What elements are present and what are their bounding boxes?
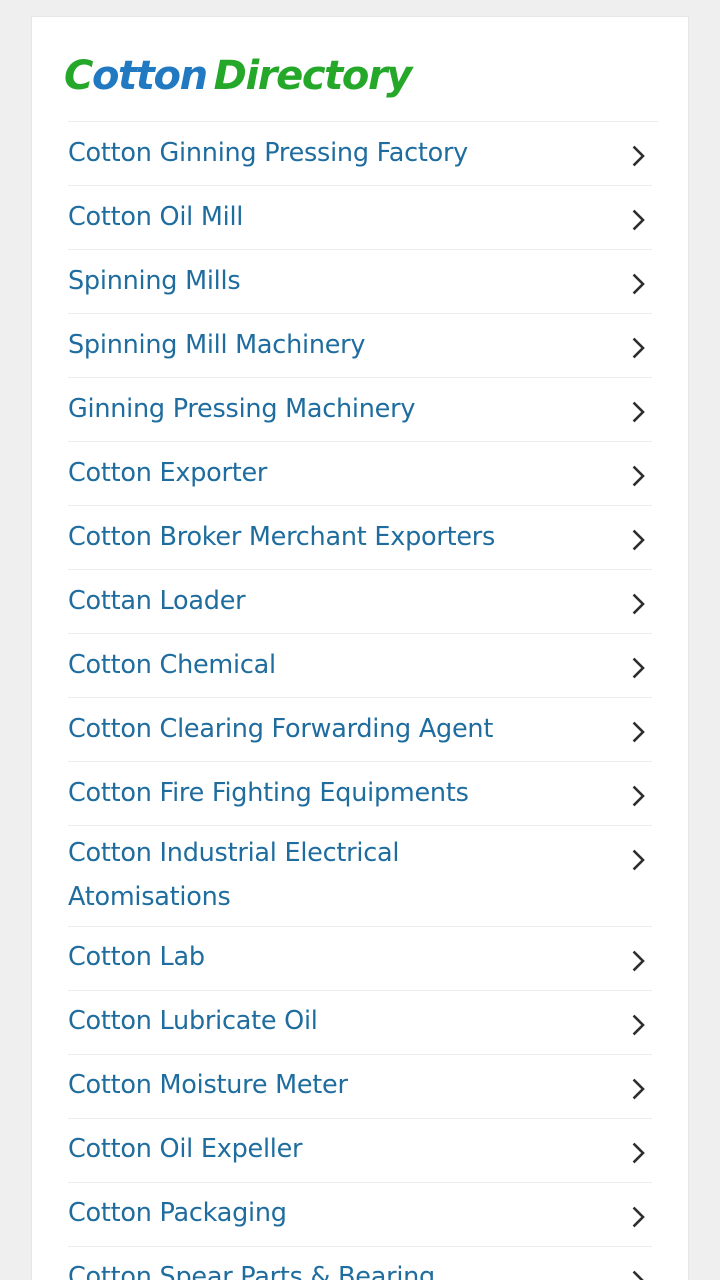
category-label[interactable]: Cotton Spear Parts & Bearing <box>68 1256 445 1280</box>
cotton-directory-logo[interactable]: Cotton Directory <box>64 53 413 99</box>
category-label[interactable]: Cotton Lab <box>68 936 215 980</box>
category-label[interactable]: Cotton Oil Expeller <box>68 1128 312 1172</box>
chevron-right-icon[interactable] <box>626 1012 652 1038</box>
chevron-right-icon[interactable] <box>626 1268 652 1280</box>
category-row[interactable]: Cotton Moisture Meter <box>68 1054 652 1119</box>
category-label[interactable]: Cotton Industrial Electrical Atomisation… <box>68 832 573 920</box>
site-header: Cotton Directory <box>32 17 688 122</box>
category-row[interactable]: Spinning Mills <box>68 250 652 314</box>
category-row[interactable]: Cotton Fire Fighting Equipments <box>68 762 652 826</box>
chevron-right-icon[interactable] <box>626 1140 652 1166</box>
chevron-right-icon[interactable] <box>626 1076 652 1102</box>
chevron-right-icon[interactable] <box>626 1204 652 1230</box>
category-list: Cotton Ginning Pressing Factory Cotton Oi… <box>32 122 688 1280</box>
page-root: Cotton Directory Cotton Ginning Pressing … <box>0 0 720 1280</box>
category-label[interactable]: Spinning Mill Machinery <box>68 324 375 368</box>
category-row[interactable]: Cotton Industrial Electrical Atomisation… <box>68 826 652 927</box>
category-label[interactable]: Cotton Chemical <box>68 644 286 688</box>
chevron-right-icon[interactable] <box>626 271 652 297</box>
chevron-right-icon[interactable] <box>626 783 652 809</box>
chevron-right-icon[interactable] <box>626 143 652 169</box>
category-row[interactable]: Cottan Loader <box>68 570 652 634</box>
logo-part-directory: Directory <box>213 53 413 99</box>
chevron-right-icon[interactable] <box>626 527 652 553</box>
category-label[interactable]: Cotton Clearing Forwarding Agent <box>68 708 503 752</box>
category-row[interactable]: Cotton Clearing Forwarding Agent <box>68 698 652 762</box>
logo-part-c: C <box>64 53 93 99</box>
category-label[interactable]: Cottan Loader <box>68 580 255 624</box>
category-label[interactable]: Cotton Lubricate Oil <box>68 1000 328 1044</box>
category-label[interactable]: Cotton Oil Mill <box>68 196 253 240</box>
category-row[interactable]: Cotton Lubricate Oil <box>68 990 652 1055</box>
category-row[interactable]: Cotton Lab <box>68 926 652 991</box>
chevron-right-icon[interactable] <box>626 655 652 681</box>
category-row[interactable]: Cotton Broker Merchant Exporters <box>68 506 652 570</box>
category-row[interactable]: Cotton Ginning Pressing Factory <box>68 122 652 186</box>
category-label[interactable]: Cotton Ginning Pressing Factory <box>68 132 478 176</box>
chevron-right-icon[interactable] <box>626 335 652 361</box>
category-label[interactable]: Cotton Fire Fighting Equipments <box>68 772 479 816</box>
chevron-right-icon[interactable] <box>626 948 652 974</box>
category-row[interactable]: Ginning Pressing Machinery <box>68 378 652 442</box>
content-card: Cotton Directory Cotton Ginning Pressing … <box>32 17 688 1280</box>
category-row[interactable]: Cotton Packaging <box>68 1182 652 1247</box>
category-label[interactable]: Cotton Moisture Meter <box>68 1064 358 1108</box>
category-row[interactable]: Cotton Oil Expeller <box>68 1118 652 1183</box>
chevron-right-icon[interactable] <box>626 207 652 233</box>
chevron-right-icon[interactable] <box>626 463 652 489</box>
chevron-right-icon[interactable] <box>626 591 652 617</box>
category-label[interactable]: Spinning Mills <box>68 260 250 304</box>
logo-part-otton: otton <box>91 53 208 99</box>
category-label[interactable]: Ginning Pressing Machinery <box>68 388 425 432</box>
chevron-right-icon[interactable] <box>626 719 652 745</box>
chevron-right-icon[interactable] <box>626 399 652 425</box>
category-row[interactable]: Cotton Chemical <box>68 634 652 698</box>
category-label[interactable]: Cotton Broker Merchant Exporters <box>68 516 505 560</box>
chevron-right-icon[interactable] <box>626 847 652 873</box>
category-label[interactable]: Cotton Exporter <box>68 452 277 496</box>
category-row[interactable]: Cotton Spear Parts & Bearing <box>68 1246 652 1280</box>
category-row[interactable]: Cotton Exporter <box>68 442 652 506</box>
category-row[interactable]: Spinning Mill Machinery <box>68 314 652 378</box>
category-row[interactable]: Cotton Oil Mill <box>68 186 652 250</box>
category-label[interactable]: Cotton Packaging <box>68 1192 297 1236</box>
